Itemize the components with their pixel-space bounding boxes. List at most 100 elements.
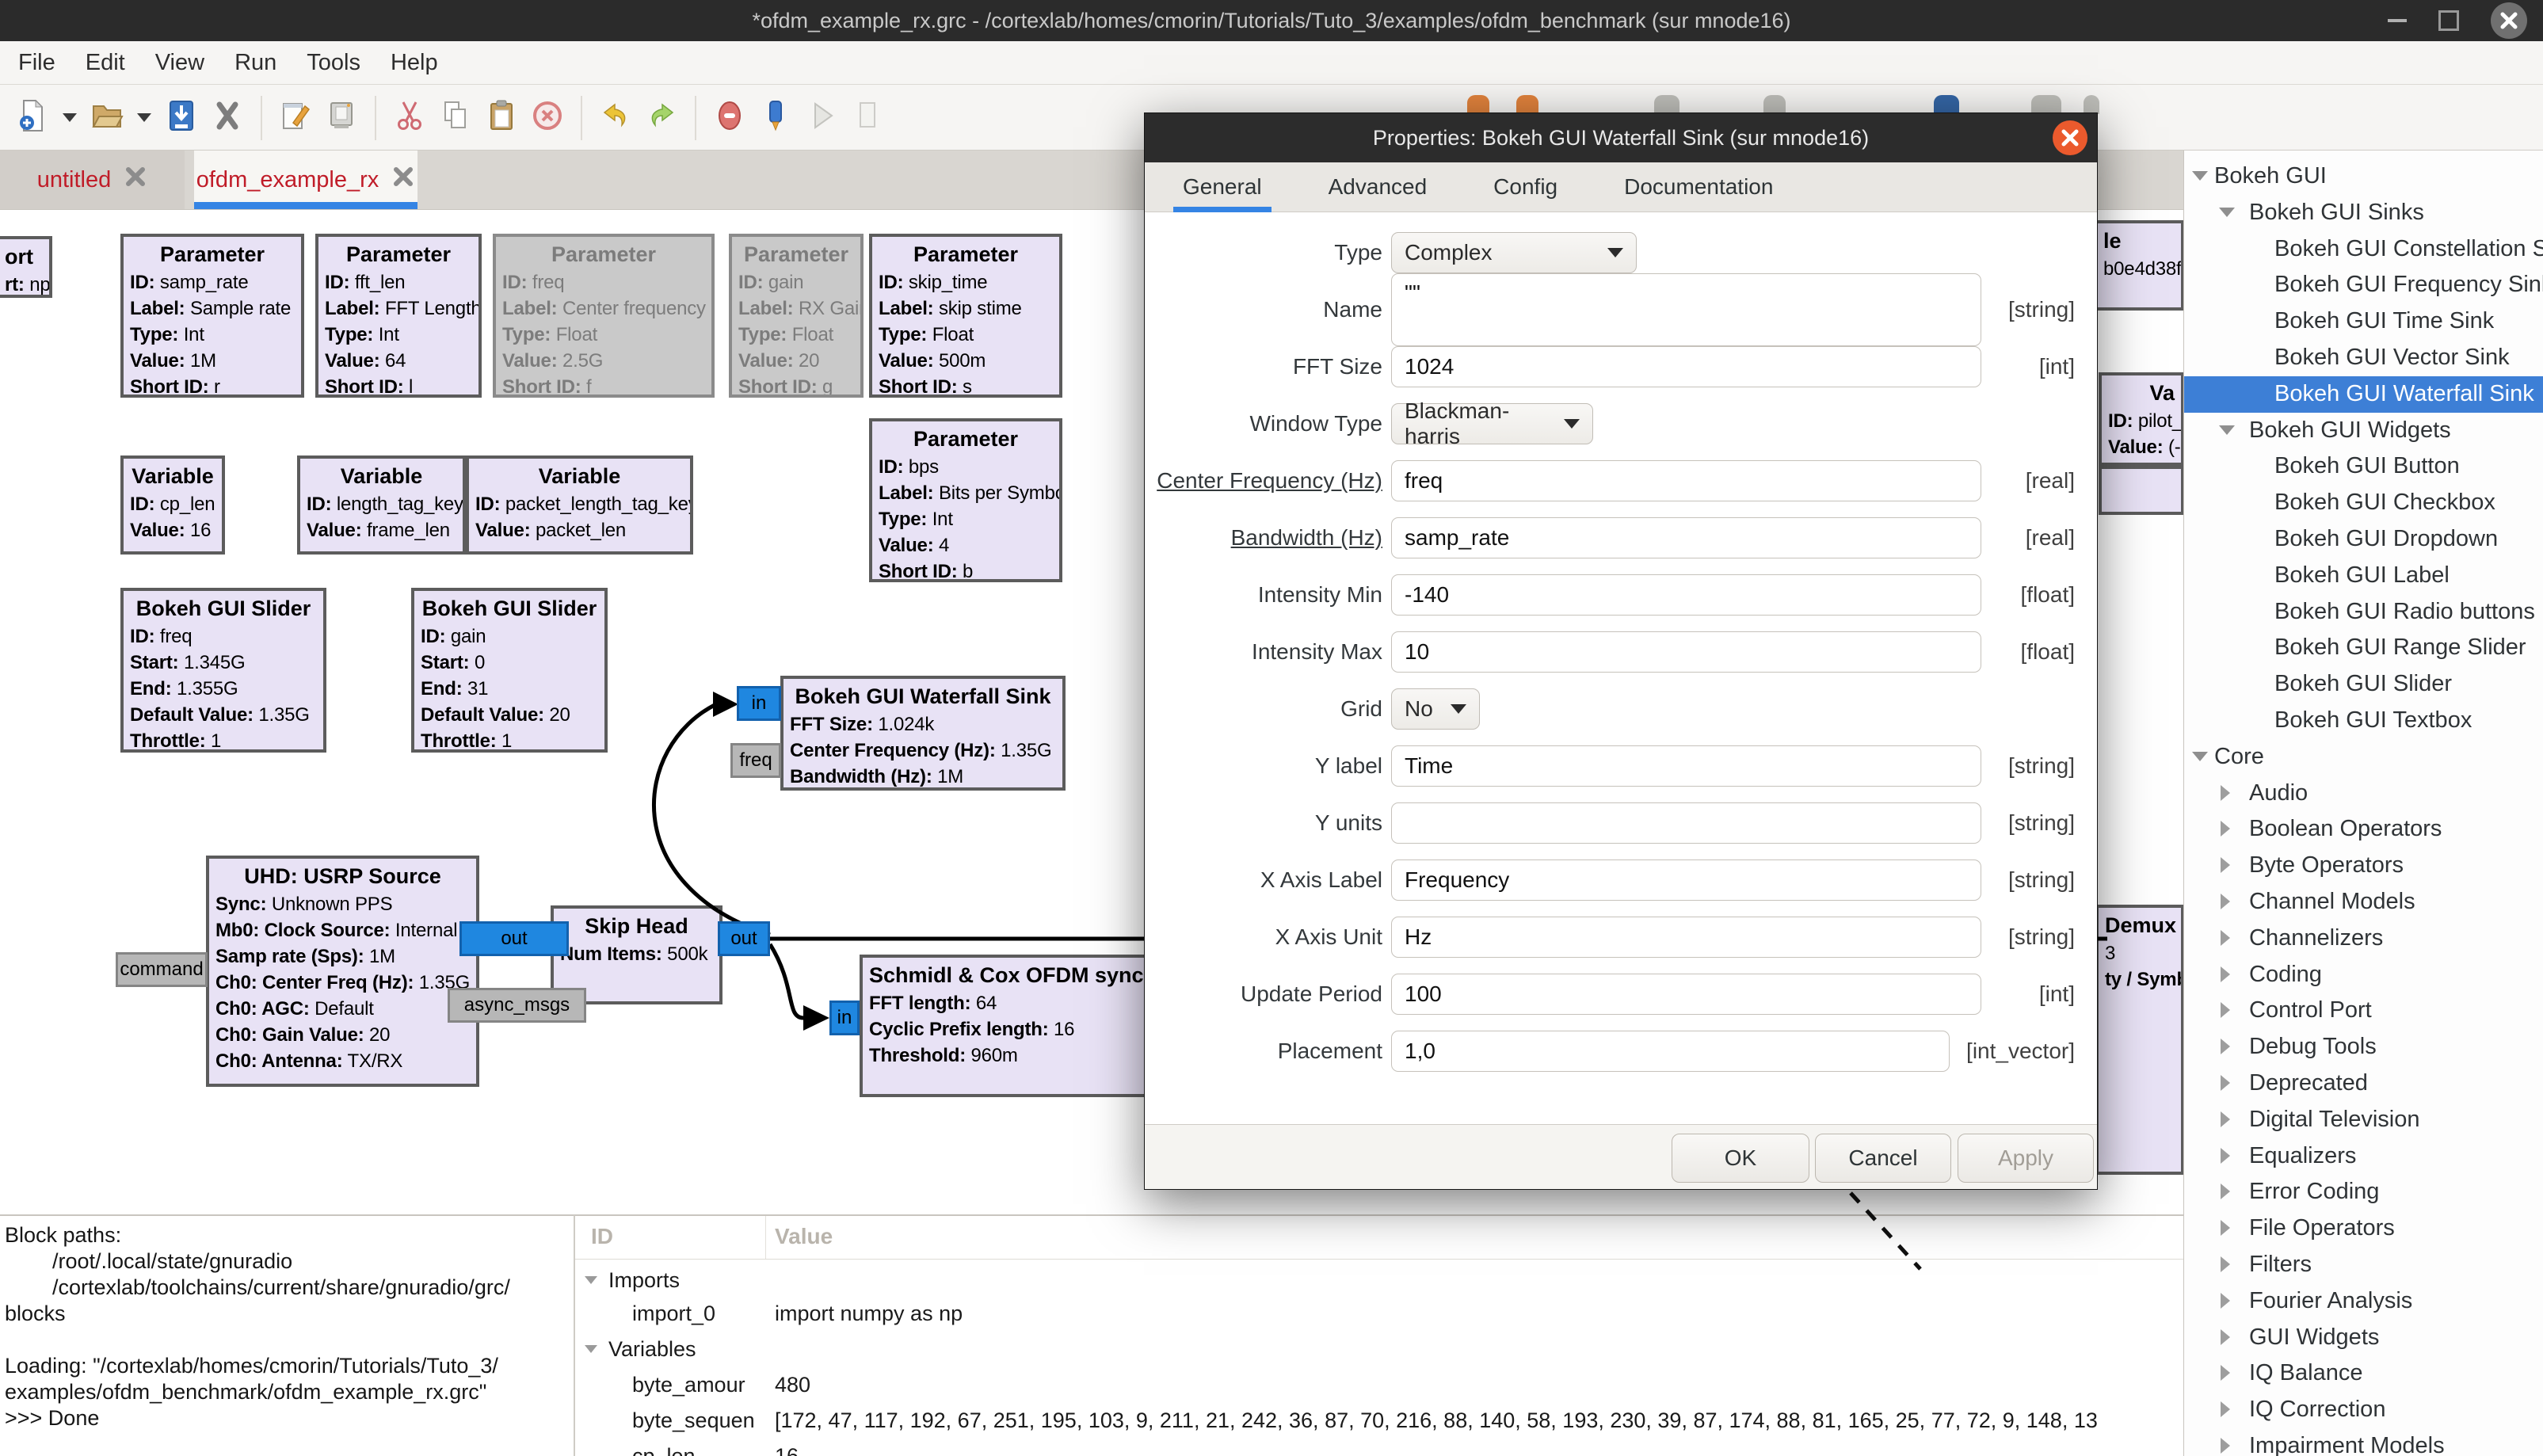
sidebar-item-bokeh-gui-waterfall-sink[interactable]: Bokeh GUI Waterfall Sink <box>2184 376 2543 413</box>
y-units-input[interactable] <box>1391 802 1981 844</box>
menu-file[interactable]: File <box>3 50 71 76</box>
skip-head-out-port[interactable]: out <box>718 921 770 956</box>
block-variable-cp-len[interactable]: VariableID: cp_lenValue: 16 <box>120 455 225 555</box>
open-flowgraph-dropdown[interactable] <box>137 113 151 122</box>
expanded-triangle-icon[interactable] <box>2192 752 2208 761</box>
collapsed-triangle-icon[interactable] <box>2221 857 2230 873</box>
collapsed-triangle-icon[interactable] <box>2221 966 2230 982</box>
window-type-combo[interactable]: Blackman-harris <box>1391 403 1593 444</box>
vartable-row-byte-amour[interactable]: byte_amour480 <box>575 1370 2183 1401</box>
find-block-button[interactable] <box>753 93 799 143</box>
sidebar-item-iq-balance[interactable]: IQ Balance <box>2184 1355 2543 1392</box>
sidebar-item-fourier-analysis[interactable]: Fourier Analysis <box>2184 1283 2543 1320</box>
edit-properties-button[interactable] <box>273 93 318 143</box>
new-flowgraph-button[interactable] <box>10 93 55 143</box>
block-uhd-usrp-source[interactable]: UHD: USRP SourceSync: Unknown PPSMb0: Cl… <box>206 856 479 1087</box>
waterfall-in-port[interactable]: in <box>737 686 781 721</box>
sidebar-item-byte-operators[interactable]: Byte Operators <box>2184 848 2543 884</box>
block-parameter-samp-rate[interactable]: ParameterID: samp_rateLabel: Sample rate… <box>120 234 304 398</box>
collapsed-triangle-icon[interactable] <box>2221 1075 2230 1091</box>
x-axis-unit-input[interactable] <box>1391 917 1981 958</box>
menu-edit[interactable]: Edit <box>71 50 140 76</box>
collapsed-triangle-icon[interactable] <box>2221 1220 2230 1236</box>
fft-size-input[interactable] <box>1391 346 1981 387</box>
sidebar-item-filters[interactable]: Filters <box>2184 1247 2543 1283</box>
vartable-row-import-0[interactable]: import_0import numpy as np <box>575 1298 2183 1330</box>
collapsed-triangle-icon[interactable] <box>2221 1002 2230 1018</box>
y-label-input[interactable] <box>1391 745 1981 787</box>
sidebar-item-digital-television[interactable]: Digital Television <box>2184 1102 2543 1138</box>
sidebar-item-coding[interactable]: Coding <box>2184 957 2543 993</box>
sidebar-item-channel-models[interactable]: Channel Models <box>2184 884 2543 920</box>
sidebar-item-equalizers[interactable]: Equalizers <box>2184 1138 2543 1175</box>
dialog-tab-advanced[interactable]: Advanced <box>1319 162 1437 212</box>
sidebar-item-bokeh-gui-textbox[interactable]: Bokeh GUI Textbox <box>2184 703 2543 739</box>
tab-ofdm-example-rx[interactable]: ofdm_example_rx <box>194 151 417 209</box>
sidebar-item-impairment-models[interactable]: Impairment Models <box>2184 1428 2543 1456</box>
collapsed-triangle-icon[interactable] <box>2221 1148 2230 1164</box>
menu-view[interactable]: View <box>140 50 219 76</box>
update-period-input[interactable] <box>1391 974 1981 1015</box>
expanded-triangle-icon[interactable] <box>2219 208 2235 217</box>
sidebar-item-bokeh-gui-radio-buttons[interactable]: Bokeh GUI Radio buttons <box>2184 594 2543 631</box>
block-variable-length-tag-key[interactable]: VariableID: length_tag_keyValue: frame_l… <box>297 455 466 555</box>
sidebar-item-bokeh-gui-constellation-s[interactable]: Bokeh GUI Constellation S <box>2184 231 2543 268</box>
sidebar-item-bokeh-gui-label[interactable]: Bokeh GUI Label <box>2184 558 2543 594</box>
redo-button[interactable] <box>639 93 684 143</box>
expanded-triangle-icon[interactable] <box>2192 171 2208 181</box>
dialog-tab-config[interactable]: Config <box>1484 162 1567 212</box>
dialog-close-icon[interactable] <box>2053 120 2087 155</box>
sidebar-item-bokeh-gui-slider[interactable]: Bokeh GUI Slider <box>2184 666 2543 703</box>
menu-tools[interactable]: Tools <box>292 50 376 76</box>
collapsed-triangle-icon[interactable] <box>2221 1293 2230 1309</box>
paste-button[interactable] <box>478 93 524 143</box>
sidebar-item-bokeh-gui-sinks[interactable]: Bokeh GUI Sinks <box>2184 195 2543 231</box>
sidebar-item-bokeh-gui-time-sink[interactable]: Bokeh GUI Time Sink <box>2184 303 2543 340</box>
collapsed-triangle-icon[interactable] <box>2221 1183 2230 1199</box>
ok-button[interactable]: OK <box>1672 1134 1809 1183</box>
block-import-clipped[interactable]: ortrt: np <box>0 236 52 298</box>
uhd-command-port[interactable]: command <box>116 952 208 987</box>
collapsed-triangle-icon[interactable] <box>2221 1256 2230 1272</box>
sidebar-item-channelizers[interactable]: Channelizers <box>2184 920 2543 957</box>
cut-button[interactable] <box>387 93 433 143</box>
minimize-icon[interactable] <box>2388 19 2407 22</box>
maximize-icon[interactable] <box>2438 10 2459 31</box>
sidebar-item-core[interactable]: Core <box>2184 739 2543 776</box>
block-variable-packet-length-tag-key[interactable]: VariableID: packet_length_tag_keyValue: … <box>466 455 693 555</box>
expanded-triangle-icon[interactable] <box>2219 425 2235 435</box>
uhd-out-port[interactable]: out <box>459 921 569 956</box>
block-parameter-bps[interactable]: ParameterID: bpsLabel: Bits per SymbolTy… <box>869 418 1062 582</box>
delete-button[interactable] <box>524 93 570 143</box>
sidebar-item-control-port[interactable]: Control Port <box>2184 993 2543 1029</box>
center-frequency-hz-input[interactable] <box>1391 460 1981 501</box>
block-clipped-variable-pilot[interactable]: VaID: pilot_Value: (- <box>2099 372 2183 466</box>
bandwidth-hz-input[interactable] <box>1391 517 1981 558</box>
block-parameter-skip-time[interactable]: ParameterID: skip_timeLabel: skip stimeT… <box>869 234 1062 398</box>
intensity-max-input[interactable] <box>1391 631 1981 673</box>
new-flowgraph-dropdown[interactable] <box>63 113 77 122</box>
block-parameter-freq[interactable]: ParameterID: freqLabel: Center frequency… <box>493 234 715 398</box>
block-schmidl-cox-ofdm-synch[interactable]: Schmidl & Cox OFDM synch.FFT length: 64C… <box>860 955 1147 1097</box>
schmidl-in-port[interactable]: in <box>829 1001 860 1035</box>
save-button[interactable] <box>158 93 204 143</box>
vartable-row-cp-len[interactable]: cp_len16 <box>575 1441 2183 1456</box>
block-bokeh-gui-slider-freq[interactable]: Bokeh GUI SliderID: freqStart: 1.345GEnd… <box>120 588 326 753</box>
menu-run[interactable]: Run <box>219 50 292 76</box>
expanded-triangle-icon[interactable] <box>585 1276 597 1284</box>
sidebar-item-bokeh-gui[interactable]: Bokeh GUI <box>2184 158 2543 195</box>
sidebar-item-file-operators[interactable]: File Operators <box>2184 1210 2543 1247</box>
type-combo[interactable]: Complex <box>1391 232 1637 273</box>
block-clipped-demux[interactable]: Demux3ty / Symb <box>2095 905 2183 1175</box>
block-parameter-gain[interactable]: ParameterID: gainLabel: RX GainType: Flo… <box>729 234 864 398</box>
sidebar-item-bokeh-gui-vector-sink[interactable]: Bokeh GUI Vector Sink <box>2184 340 2543 376</box>
close-tab-button[interactable] <box>204 93 250 143</box>
sidebar-item-bokeh-gui-checkbox[interactable]: Bokeh GUI Checkbox <box>2184 485 2543 521</box>
block-parameter-fft-len[interactable]: ParameterID: fft_lenLabel: FFT LengthTyp… <box>315 234 482 398</box>
collapsed-triangle-icon[interactable] <box>2221 1365 2230 1381</box>
sidebar-item-deprecated[interactable]: Deprecated <box>2184 1065 2543 1102</box>
collapsed-triangle-icon[interactable] <box>2221 1111 2230 1127</box>
tab-untitled[interactable]: untitled <box>0 151 185 209</box>
errors-button[interactable] <box>707 93 753 143</box>
block-bokeh-gui-waterfall-sink[interactable]: Bokeh GUI Waterfall SinkFFT Size: 1.024k… <box>780 676 1066 791</box>
